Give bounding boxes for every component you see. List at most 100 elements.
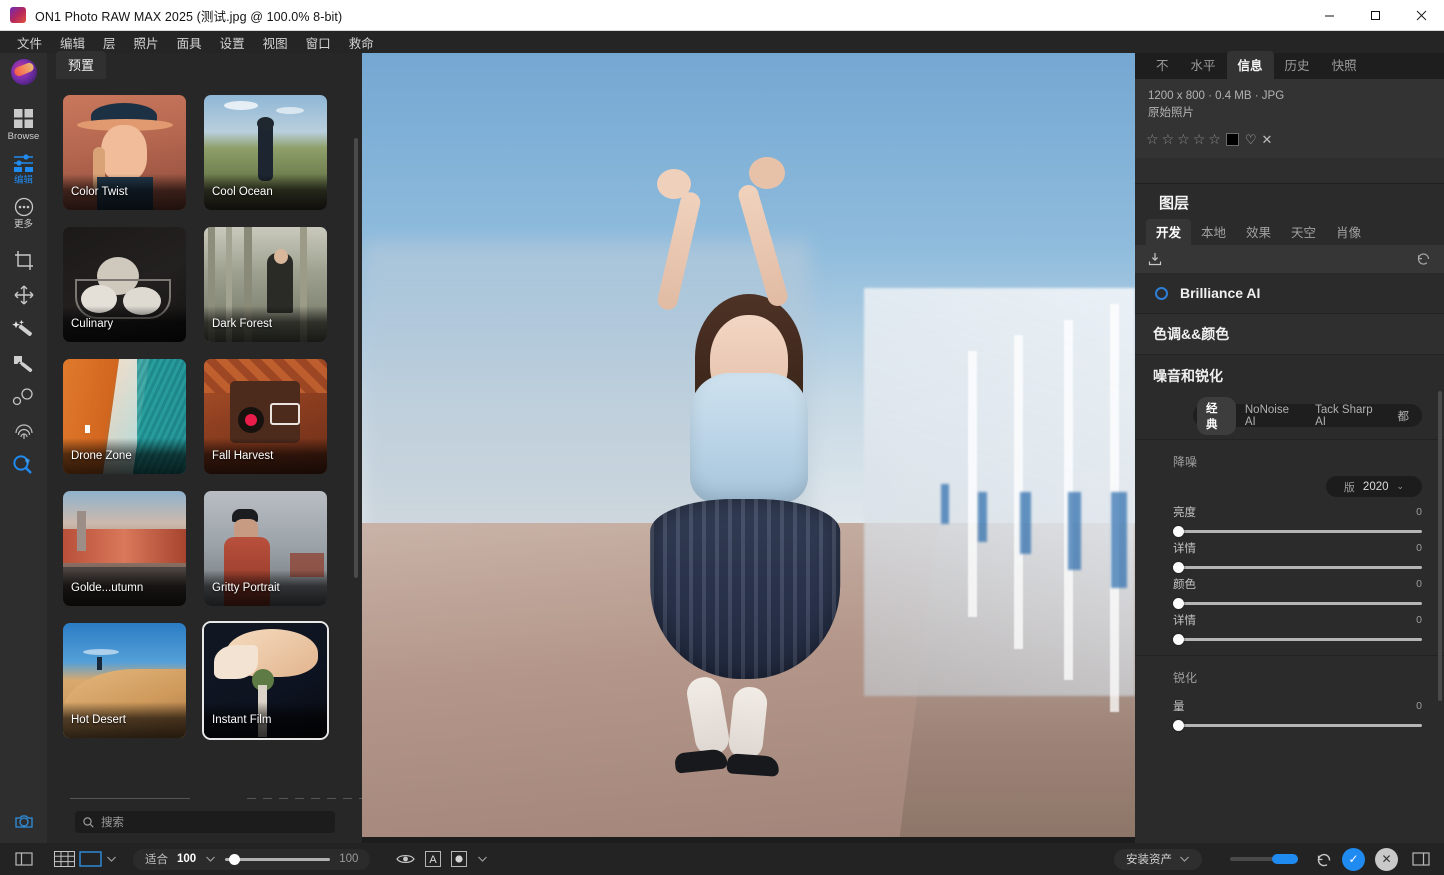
section-tone-color[interactable]: 色调&&颜色	[1135, 314, 1444, 355]
star-3[interactable]: ☆	[1177, 131, 1190, 148]
star-1[interactable]: ☆	[1146, 131, 1159, 148]
preset-card[interactable]: Dark Forest	[204, 227, 327, 342]
tab-history[interactable]: 历史	[1274, 51, 1321, 79]
slider-knob[interactable]	[1173, 562, 1184, 573]
toggle-circle-icon[interactable]	[1155, 287, 1168, 300]
preset-card[interactable]: Golde...utumn	[63, 491, 186, 606]
subject-arm-left	[655, 191, 701, 312]
preset-card[interactable]: Culinary	[63, 227, 186, 342]
zoom-fit-label[interactable]: 适合	[145, 851, 168, 867]
undo-icon[interactable]	[1316, 852, 1332, 867]
maximize-button[interactable]	[1352, 0, 1398, 31]
menu-file[interactable]: 文件	[8, 31, 51, 54]
chevron-down-icon[interactable]	[205, 855, 216, 863]
tab-snapshot[interactable]: 快照	[1321, 51, 1368, 79]
slider-knob[interactable]	[1173, 526, 1184, 537]
slider-track[interactable]	[1173, 566, 1422, 569]
tab-effects[interactable]: 效果	[1236, 219, 1281, 245]
right-panel-scrollbar[interactable]	[1438, 391, 1442, 701]
search-icon	[83, 817, 94, 828]
search-input[interactable]: 搜索	[75, 811, 335, 833]
tab-presets[interactable]: 预置	[56, 51, 106, 79]
slider-knob[interactable]	[1173, 634, 1184, 645]
slider-track[interactable]	[1173, 602, 1422, 605]
sidebar-item-clone-stamp[interactable]	[0, 381, 47, 413]
image-canvas[interactable]	[362, 53, 1135, 843]
slider-knob[interactable]	[1173, 720, 1184, 731]
color-label-swatch[interactable]	[1226, 133, 1239, 146]
sidebar-item-edit[interactable]: 编辑	[0, 147, 47, 191]
pill-nonoise-ai[interactable]: NoNoise AI	[1236, 401, 1306, 431]
mask-view-icon[interactable]	[451, 851, 467, 867]
preset-label: Cool Ocean	[204, 174, 327, 210]
slider-knob[interactable]	[1173, 598, 1184, 609]
panel-toggle-right-button[interactable]	[1398, 852, 1444, 866]
preset-card[interactable]: Drone Zone	[63, 359, 186, 474]
preset-card[interactable]: Instant Film	[204, 623, 327, 738]
star-2[interactable]: ☆	[1162, 131, 1175, 148]
preset-card[interactable]: Gritty Portrait	[204, 491, 327, 606]
sidebar-item-browse[interactable]: Browse	[0, 101, 47, 147]
eye-icon[interactable]	[396, 852, 415, 866]
sidebar-item-more[interactable]: 更多	[0, 190, 47, 235]
zoom-slider[interactable]	[225, 858, 330, 861]
section-label: 噪音和锐化	[1153, 366, 1223, 386]
tab-info[interactable]: 信息	[1227, 51, 1274, 79]
menu-mask[interactable]: 面具	[168, 31, 211, 54]
panel-toggle-left-button[interactable]	[0, 852, 47, 866]
section-noise-sharpen[interactable]: 噪音和锐化	[1135, 355, 1444, 396]
tab-local[interactable]: 本地	[1191, 219, 1236, 245]
preset-card[interactable]: Fall Harvest	[204, 359, 327, 474]
like-heart-icon[interactable]: ♡	[1245, 132, 1257, 148]
confirm-button[interactable]: ✓	[1342, 848, 1365, 871]
preset-card[interactable]: Hot Desert	[63, 623, 186, 738]
chevron-down-icon[interactable]	[477, 855, 488, 863]
tab-sky[interactable]: 天空	[1281, 219, 1326, 245]
single-view-icon[interactable]	[79, 851, 102, 867]
star-5[interactable]: ☆	[1208, 131, 1221, 148]
version-dropdown[interactable]: 版 2020 ⌄	[1326, 476, 1422, 497]
reject-icon[interactable]: ✕	[1261, 132, 1272, 148]
grid-view-icon[interactable]	[54, 851, 75, 867]
zoom-slider-knob[interactable]	[229, 854, 240, 865]
preset-card[interactable]: Cool Ocean	[204, 95, 327, 210]
chevron-down-icon[interactable]	[106, 855, 117, 863]
sidebar-item-magic-wand[interactable]	[0, 311, 47, 346]
menu-photo[interactable]: 照片	[125, 31, 168, 54]
tab-develop[interactable]: 开发	[1146, 219, 1191, 245]
slider-track[interactable]	[1173, 724, 1422, 727]
import-preset-icon[interactable]	[1148, 252, 1162, 266]
tab-none[interactable]: 不	[1145, 51, 1180, 79]
toggle-thumb	[1272, 854, 1298, 864]
install-assets-dropdown[interactable]: 安装资产	[1114, 849, 1202, 870]
tab-levels[interactable]: 水平	[1180, 51, 1227, 79]
sidebar-item-fingerprint[interactable]	[0, 413, 47, 447]
sidebar-item-move[interactable]	[0, 277, 47, 311]
slider-track[interactable]	[1173, 530, 1422, 533]
sidebar-item-magnifier[interactable]	[0, 447, 47, 482]
sidebar-item-retouch[interactable]	[0, 346, 47, 381]
slider-track[interactable]	[1173, 638, 1422, 641]
presets-scrollbar[interactable]	[354, 138, 358, 578]
reset-icon[interactable]	[1416, 252, 1431, 266]
preset-card[interactable]: Color Twist	[63, 95, 186, 210]
before-after-toggle[interactable]	[1230, 857, 1298, 861]
menu-view[interactable]: 视图	[254, 31, 297, 54]
section-brilliance-ai[interactable]: Brilliance AI	[1135, 273, 1444, 314]
pill-all[interactable]: 都	[1389, 405, 1419, 427]
sidebar-item-crop[interactable]	[0, 243, 47, 277]
cancel-button[interactable]: ✕	[1375, 848, 1398, 871]
pill-tack-sharp-ai[interactable]: Tack Sharp AI	[1306, 401, 1388, 431]
text-overlay-icon[interactable]: A	[425, 851, 441, 867]
subject-arm-right	[736, 183, 790, 309]
menu-help[interactable]: 救命	[340, 31, 383, 54]
presets-scroll-area[interactable]: Color Twist Cool Ocean	[47, 85, 362, 845]
star-4[interactable]: ☆	[1193, 131, 1206, 148]
menu-settings[interactable]: 设置	[211, 31, 254, 54]
close-button[interactable]	[1398, 0, 1444, 31]
tab-portrait[interactable]: 肖像	[1326, 219, 1371, 245]
sidebar-item-settings-bottom[interactable]	[0, 804, 47, 843]
menu-window[interactable]: 窗口	[297, 31, 340, 54]
pill-classic[interactable]: 经典	[1197, 397, 1236, 435]
minimize-button[interactable]	[1306, 0, 1352, 31]
